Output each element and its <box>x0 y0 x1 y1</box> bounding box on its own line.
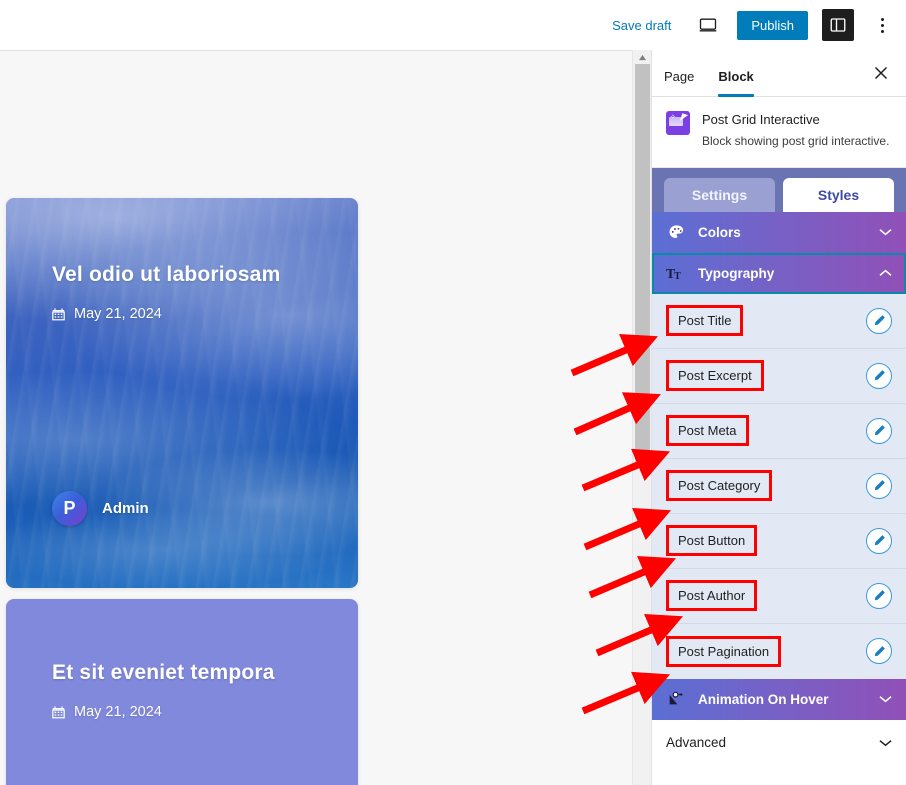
accordion-colors[interactable]: Colors <box>652 211 906 253</box>
tab-page[interactable]: Page <box>652 69 706 96</box>
block-settings-panel: Page Block ✧ Post Grid Interactive Block… <box>651 50 906 785</box>
post-card[interactable]: Et sit eveniet tempora May 21, 2024 <box>6 599 358 785</box>
more-vertical-icon[interactable] <box>868 9 896 41</box>
accordion-typography[interactable]: T T Typography <box>652 252 906 294</box>
typography-label: Post Meta <box>666 415 749 447</box>
accordion-advanced-label: Advanced <box>666 735 727 751</box>
editor-canvas: Vel odio ut laboriosam May 21, 2024 P Ad… <box>0 50 632 785</box>
typography-row-post-author[interactable]: Post Author <box>652 569 906 624</box>
post-date: May 21, 2024 <box>74 306 162 322</box>
post-meta: May 21, 2024 <box>52 704 162 720</box>
post-date: May 21, 2024 <box>74 704 162 720</box>
cursor-hover-icon <box>666 690 686 708</box>
pencil-icon[interactable] <box>866 527 892 554</box>
accordion-typography-label: Typography <box>698 265 775 281</box>
chevron-down-icon <box>879 225 892 239</box>
canvas-scrollbar[interactable] <box>632 50 651 785</box>
styles-settings-tabs: Settings Styles <box>652 167 906 212</box>
accordion-advanced[interactable]: Advanced <box>652 719 906 766</box>
pencil-icon[interactable] <box>866 362 892 389</box>
typography-label: Post Category <box>666 470 773 502</box>
desktop-icon[interactable] <box>693 10 723 40</box>
accordion-animation-label: Animation On Hover <box>698 691 829 707</box>
tab-block[interactable]: Block <box>706 69 765 97</box>
chevron-up-icon <box>879 266 892 280</box>
pencil-icon[interactable] <box>866 638 892 665</box>
block-info: ✧ Post Grid Interactive Block showing po… <box>652 97 906 168</box>
post-meta: May 21, 2024 <box>52 306 162 322</box>
typography-label: Post Pagination <box>666 635 782 667</box>
text-size-icon: T T <box>666 265 686 282</box>
typography-label: Post Excerpt <box>666 360 764 392</box>
post-title: Vel odio ut laboriosam <box>52 263 281 286</box>
typography-row-post-title[interactable]: Post Title <box>652 294 906 349</box>
calendar-icon <box>52 705 65 719</box>
publish-button[interactable]: Publish <box>737 10 808 40</box>
pencil-icon[interactable] <box>866 417 892 444</box>
accordion-colors-label: Colors <box>698 224 741 240</box>
tab-styles[interactable]: Styles <box>783 177 894 212</box>
typography-label: Post Button <box>666 525 758 557</box>
calendar-icon <box>52 307 65 321</box>
post-card[interactable]: Vel odio ut laboriosam May 21, 2024 P Ad… <box>6 198 358 588</box>
palette-icon <box>666 224 686 241</box>
post-author-name: Admin <box>102 500 149 517</box>
chevron-down-icon <box>879 692 892 706</box>
editor-toolbar: Save draft Publish <box>0 0 906 50</box>
block-description: Block showing post grid interactive. <box>702 134 890 149</box>
accordion-animation-on-hover[interactable]: Animation On Hover <box>652 678 906 720</box>
close-icon[interactable] <box>868 60 894 86</box>
typography-row-post-meta[interactable]: Post Meta <box>652 404 906 459</box>
post-author: P Admin <box>52 491 149 526</box>
avatar: P <box>52 491 87 526</box>
scroll-up-arrow-icon[interactable] <box>633 50 652 64</box>
typography-options-list: Post Title Post Excerpt Post Meta Post C… <box>652 293 906 679</box>
sidebar-panel-icon[interactable] <box>822 9 854 41</box>
save-draft-button[interactable]: Save draft <box>604 12 679 39</box>
typography-row-post-excerpt[interactable]: Post Excerpt <box>652 349 906 404</box>
typography-row-post-button[interactable]: Post Button <box>652 514 906 569</box>
chevron-down-icon <box>879 735 892 750</box>
tab-settings[interactable]: Settings <box>664 177 775 212</box>
post-title: Et sit eveniet tempora <box>52 661 275 684</box>
typography-label: Post Author <box>666 580 758 612</box>
typography-row-post-category[interactable]: Post Category <box>652 459 906 514</box>
typography-label: Post Title <box>666 305 744 337</box>
block-title: Post Grid Interactive <box>702 112 820 127</box>
pencil-icon[interactable] <box>866 582 892 609</box>
editor-screen: Save draft Publish Vel odio ut laboriosa… <box>0 0 906 785</box>
scrollbar-thumb[interactable] <box>635 64 650 464</box>
typography-row-post-pagination[interactable]: Post Pagination <box>652 624 906 679</box>
pencil-icon[interactable] <box>866 307 892 334</box>
panel-tab-bar: Page Block <box>652 50 906 97</box>
pencil-icon[interactable] <box>866 472 892 499</box>
post-grid-interactive-icon: ✧ <box>666 111 690 135</box>
svg-text:T: T <box>674 271 681 282</box>
